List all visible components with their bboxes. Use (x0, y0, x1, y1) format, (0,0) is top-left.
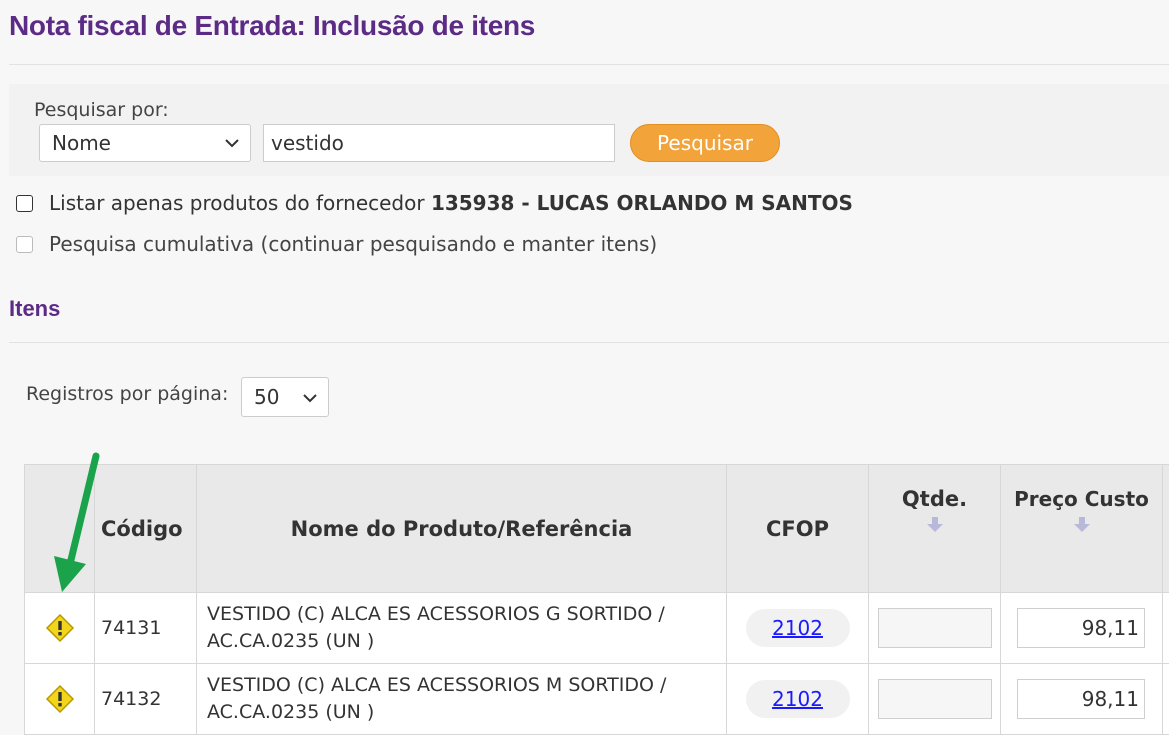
search-button[interactable]: Pesquisar (630, 124, 780, 162)
table-header-row: Código Nome do Produto/Referência CFOP Q… (25, 465, 1169, 593)
search-field-value: Nome (52, 131, 111, 155)
extra-cell (1163, 593, 1169, 664)
qty-column-header[interactable]: Qtde. (869, 465, 1001, 593)
title-divider (9, 64, 1169, 65)
cfop-column-header[interactable]: CFOP (727, 465, 869, 593)
qty-cell (869, 664, 1001, 735)
name-cell: VESTIDO (C) ALCA ES ACESSORIOS G SORTIDO… (197, 593, 727, 664)
search-field-select[interactable]: Nome (39, 124, 251, 162)
search-panel: Pesquisar por: Nome vestido Pesquisar (9, 84, 1169, 176)
name-cell: VESTIDO (C) ALCA ES ACESSORIOS M SORTIDO… (197, 664, 727, 735)
search-label: Pesquisar por: (34, 99, 169, 121)
chevron-down-icon (302, 385, 318, 411)
per-page-select[interactable]: 50 (241, 377, 329, 417)
supplier-only-checkbox[interactable] (16, 195, 33, 212)
table-row: 74132 VESTIDO (C) ALCA ES ACESSORIOS M S… (25, 664, 1169, 735)
per-page-label: Registros por página: (26, 383, 228, 405)
cfop-link[interactable]: 2102 (746, 680, 850, 718)
sort-down-icon[interactable] (926, 517, 944, 533)
status-cell (25, 664, 95, 735)
arrow-annotation-icon (50, 452, 104, 594)
code-cell: 74131 (95, 593, 197, 664)
sort-down-icon[interactable] (1073, 517, 1091, 533)
price-input[interactable]: 98,11 (1017, 679, 1145, 719)
code-column-header[interactable]: Código (95, 465, 197, 593)
supplier-only-filter: Listar apenas produtos do fornecedor 135… (16, 191, 853, 215)
product-reference: AC.CA.0235 (UN ) (207, 628, 726, 655)
price-input[interactable]: 98,11 (1017, 608, 1145, 648)
cfop-cell: 2102 (727, 664, 869, 735)
page-title: Nota fiscal de Entrada: Inclusão de iten… (9, 10, 535, 42)
extra-column-header (1163, 465, 1169, 593)
supplier-name: 135938 - LUCAS ORLANDO M SANTOS (431, 191, 853, 215)
qty-input[interactable] (878, 608, 992, 648)
code-cell: 74132 (95, 664, 197, 735)
name-column-header[interactable]: Nome do Produto/Referência (197, 465, 727, 593)
status-cell (25, 593, 95, 664)
items-table: Código Nome do Produto/Referência CFOP Q… (24, 464, 1169, 735)
warning-icon[interactable] (45, 684, 75, 714)
cfop-cell: 2102 (727, 593, 869, 664)
chevron-down-icon (224, 130, 240, 156)
supplier-only-label: Listar apenas produtos do fornecedor (49, 191, 425, 215)
product-name: VESTIDO (C) ALCA ES ACESSORIOS G SORTIDO… (207, 601, 726, 628)
cfop-link[interactable]: 2102 (746, 609, 850, 647)
cumulative-checkbox[interactable] (16, 236, 33, 253)
items-section-title: Itens (9, 296, 60, 322)
product-reference: AC.CA.0235 (UN ) (207, 699, 726, 726)
search-input[interactable]: vestido (263, 124, 615, 162)
product-name: VESTIDO (C) ALCA ES ACESSORIOS M SORTIDO… (207, 672, 726, 699)
warning-icon[interactable] (45, 613, 75, 643)
items-divider (9, 342, 1169, 343)
price-cell: 98,11 (1001, 593, 1163, 664)
per-page-value: 50 (254, 385, 279, 409)
qty-header-label: Qtde. (902, 487, 967, 511)
cumulative-label: Pesquisa cumulativa (continuar pesquisan… (49, 232, 657, 256)
cumulative-filter: Pesquisa cumulativa (continuar pesquisan… (16, 232, 657, 256)
price-column-header[interactable]: Preço Custo (1001, 465, 1163, 593)
table-row: 74131 VESTIDO (C) ALCA ES ACESSORIOS G S… (25, 593, 1169, 664)
qty-cell (869, 593, 1001, 664)
qty-input[interactable] (878, 679, 992, 719)
extra-cell (1163, 664, 1169, 735)
price-header-label: Preço Custo (1014, 487, 1149, 511)
price-cell: 98,11 (1001, 664, 1163, 735)
